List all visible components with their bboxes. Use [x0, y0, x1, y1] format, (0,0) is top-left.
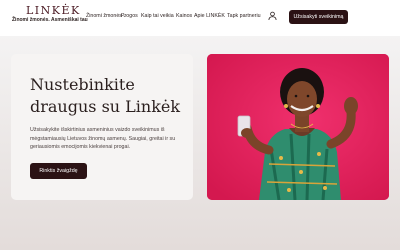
logo-tagline: Žinomi žmonės. Asmeniškai tau — [12, 17, 88, 23]
hero-image — [207, 54, 389, 200]
nav-item-label: Kainos — [176, 13, 193, 19]
nav-item-pricing[interactable]: Kainos — [176, 13, 192, 19]
logo-link[interactable]: LINKĖK Žinomi žmonės. Asmeniškai tau — [12, 4, 88, 28]
nav-item-label: Tapk partneriu — [227, 13, 261, 19]
nav-item-label: Progos — [121, 13, 138, 19]
nav-item-about[interactable]: Apie LINKĖK — [194, 13, 225, 19]
woman-with-phone-illustration — [207, 54, 389, 200]
hero-title: Nustebinkite draugus su Linkėk — [30, 75, 181, 116]
nav-item-occasions[interactable]: Progos — [121, 13, 138, 19]
nav-item-become-partner[interactable]: Tapk partneriu — [227, 13, 261, 19]
user-icon[interactable] — [268, 11, 277, 21]
nav-item-how-it-works[interactable]: Kaip tai veikia — [141, 13, 174, 19]
nav-item-label: Žinomi žmonės — [86, 13, 122, 19]
nav-item-label: Apie LINKĖK — [194, 13, 225, 19]
site-header: LINKĖK Žinomi žmonės. Asmeniškai tau Žin… — [0, 0, 400, 36]
choose-star-button[interactable]: Rinktis žvaigždę — [30, 163, 87, 179]
hero-description: Užsisakykite išskirtinius asmeninius vai… — [30, 127, 176, 151]
order-greeting-button[interactable]: Užsisakyti sveikinimą — [289, 10, 348, 24]
nav-item-label: Kaip tai veikia — [141, 13, 174, 19]
logo: LINKĖK — [26, 4, 81, 17]
